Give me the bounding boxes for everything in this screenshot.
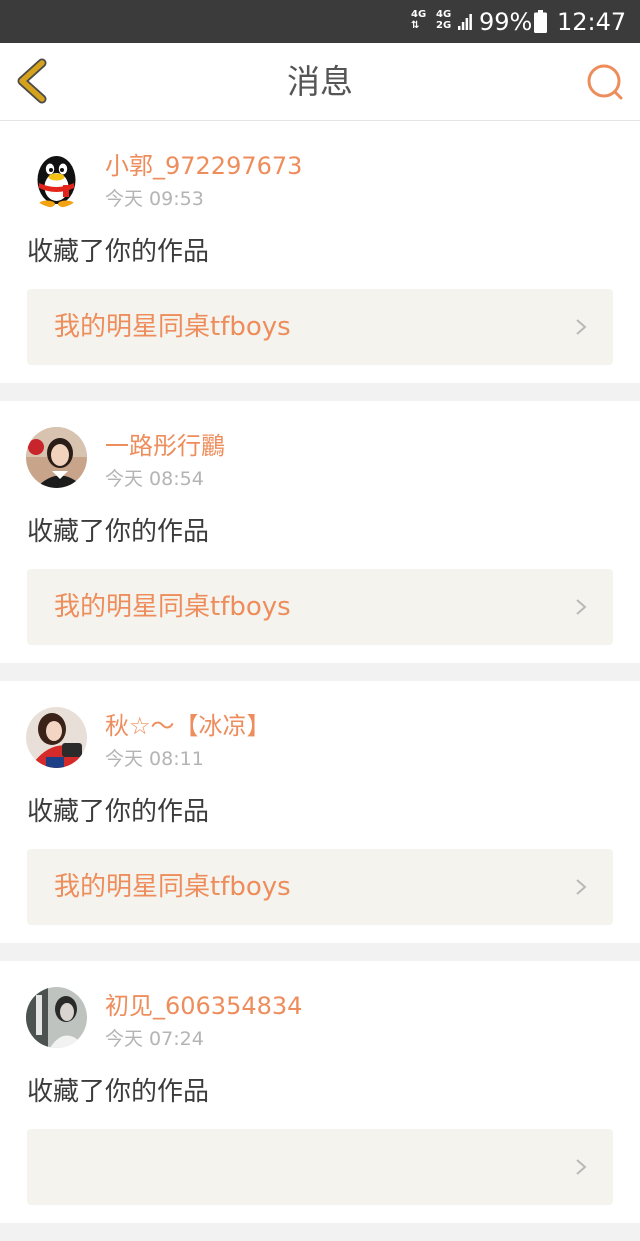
penguin-avatar-icon	[26, 147, 87, 208]
user-photo-avatar-icon	[26, 707, 87, 768]
chevron-right-icon	[576, 879, 587, 895]
action-text: 收藏了你的作品	[27, 1077, 210, 1107]
work-link[interactable]: 我的明星同桌tfboys	[27, 569, 613, 645]
work-link[interactable]	[27, 1129, 613, 1205]
username[interactable]: 小郭_972297673	[105, 151, 302, 181]
work-link[interactable]: 我的明星同桌tfboys	[27, 849, 613, 925]
avatar[interactable]	[26, 707, 87, 768]
clock: 12:47	[557, 8, 627, 36]
avatar[interactable]	[26, 147, 87, 208]
user-photo-avatar-icon	[26, 427, 87, 488]
chevron-right-icon	[576, 319, 587, 335]
search-icon	[587, 64, 623, 100]
chevron-right-icon	[576, 599, 587, 615]
avatar[interactable]	[26, 427, 87, 488]
message-item: 初见_606354834 今天 07:24 收藏了你的作品	[0, 961, 640, 1223]
avatar[interactable]	[26, 987, 87, 1048]
message-item: 一路彤行鸝 今天 08:54 收藏了你的作品 我的明星同桌tfboys	[0, 401, 640, 663]
search-button[interactable]	[584, 61, 626, 103]
username[interactable]: 一路彤行鸝	[105, 431, 225, 461]
signal-icon	[458, 14, 472, 30]
work-title: 我的明星同桌tfboys	[54, 872, 291, 902]
battery-icon	[534, 10, 547, 33]
timestamp: 今天 07:24	[105, 1028, 204, 1050]
network-4g-2g-indicator: 4G 2G	[436, 9, 452, 31]
timestamp: 今天 08:54	[105, 468, 204, 490]
chevron-right-icon	[576, 1159, 587, 1175]
page-title: 消息	[287, 62, 353, 101]
app-header: 消息	[0, 43, 640, 121]
message-list: 小郭_972297673 今天 09:53 收藏了你的作品 我的明星同桌tfbo…	[0, 121, 640, 1241]
timestamp: 今天 08:11	[105, 748, 204, 770]
work-link[interactable]: 我的明星同桌tfboys	[27, 289, 613, 365]
action-text: 收藏了你的作品	[27, 517, 210, 547]
action-text: 收藏了你的作品	[27, 237, 210, 267]
username[interactable]: 秋☆～【冰凉】	[105, 711, 271, 741]
status-bar: 4G ⇅ 4G 2G 99% 12:47	[0, 0, 640, 43]
username[interactable]: 初见_606354834	[105, 991, 302, 1021]
message-item: 秋☆～【冰凉】 今天 08:11 收藏了你的作品 我的明星同桌tfboys	[0, 681, 640, 943]
network-4g-indicator: 4G ⇅	[411, 9, 427, 31]
work-title: 我的明星同桌tfboys	[54, 592, 291, 622]
action-text: 收藏了你的作品	[27, 797, 210, 827]
battery-percent: 99%	[479, 8, 533, 36]
work-title: 我的明星同桌tfboys	[54, 312, 291, 342]
message-item: 小郭_972297673 今天 09:53 收藏了你的作品 我的明星同桌tfbo…	[0, 121, 640, 383]
timestamp: 今天 09:53	[105, 188, 204, 210]
user-photo-avatar-icon	[26, 987, 87, 1048]
